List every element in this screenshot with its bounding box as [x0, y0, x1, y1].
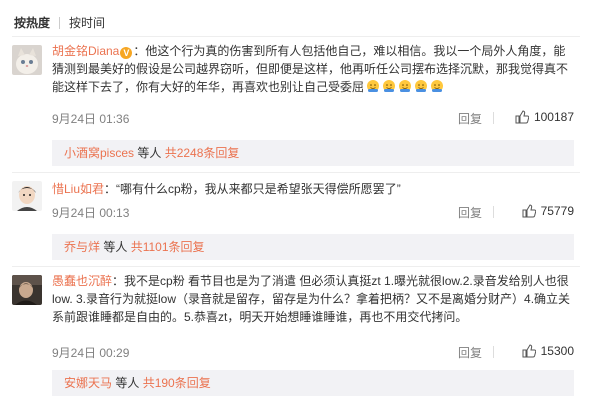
like-count: 100187 [533, 110, 574, 124]
comment-meta: 9月24日 00:13 回复 75779 [52, 204, 574, 220]
divider [12, 266, 580, 267]
person-avatar-image [12, 275, 42, 305]
reply-count-link[interactable]: 共190条回复 [143, 376, 211, 390]
thumbs-up-icon [522, 344, 536, 358]
comment-item: 胡金铭Diana V ：他这个行为真的伤害到所有人包括他自己，难以相信。我以一个局外… [12, 42, 580, 168]
reply-author-link[interactable]: 乔与烊 [64, 240, 100, 254]
hug-emoji-icon [415, 80, 428, 92]
like-button[interactable]: 15300 [522, 344, 574, 358]
avatar[interactable] [12, 45, 42, 75]
reply-button[interactable]: 回复 [458, 110, 482, 127]
reply-summary-text: 等人 [112, 376, 143, 390]
reply-button[interactable]: 回复 [458, 204, 482, 221]
comment-time: 9月24日 01:36 [52, 112, 130, 126]
sort-divider [59, 16, 61, 29]
comment-body: 惜Liu如君：“哪有什么cp粉，我从来都只是希望张天得偿所愿罢了” [52, 180, 574, 198]
commenter-name[interactable]: 惜Liu如君 [52, 182, 104, 196]
hug-emoji-icon [383, 80, 396, 92]
comment-time: 9月24日 00:29 [52, 346, 130, 360]
meta-divider [493, 112, 494, 124]
hug-emoji-icon [367, 80, 380, 92]
commenter-name[interactable]: 愚蠢也沉醉 [52, 274, 112, 288]
comment-item: 愚蠢也沉醉：我不是cp粉 看节目也是为了消遣 但必须认真挺zt 1.曝光就很lo… [12, 272, 580, 402]
comment-body: 胡金铭Diana V ：他这个行为真的伤害到所有人包括他自己，难以相信。我以一个局外… [52, 42, 574, 96]
comment-time: 9月24日 00:13 [52, 206, 130, 220]
like-count: 75779 [540, 204, 574, 218]
avatar[interactable] [12, 181, 42, 211]
vip-badge-icon: V [120, 47, 133, 59]
thumbs-up-icon [515, 110, 529, 124]
comment-body: 愚蠢也沉醉：我不是cp粉 看节目也是为了消遣 但必须认真挺zt 1.曝光就很lo… [52, 272, 574, 326]
commenter-name[interactable]: 胡金铭Diana [52, 44, 119, 58]
divider [12, 172, 580, 173]
reply-author-link[interactable]: 小酒窝pisces [64, 146, 134, 160]
person-avatar-image [12, 181, 42, 211]
cat-avatar-image [12, 45, 42, 75]
comment-text: ：我不是cp粉 看节目也是为了消遣 但必须认真挺zt 1.曝光就很low.2.录… [52, 274, 571, 324]
reply-count-link[interactable]: 共2248条回复 [165, 146, 240, 160]
sort-bar: 按热度 按时间 [14, 14, 105, 31]
reply-summary-text: 等人 [134, 146, 165, 160]
sort-by-time-tab[interactable]: 按时间 [69, 14, 105, 31]
reply-count-link[interactable]: 共1101条回复 [131, 240, 205, 254]
divider [12, 36, 580, 37]
hug-emoji-icon [399, 80, 412, 92]
reply-summary[interactable]: 安娜天马 等人 共190条回复 [52, 370, 574, 396]
reply-summary-text: 等人 [100, 240, 131, 254]
comment-text: ：“哪有什么cp粉，我从来都只是希望张天得偿所愿罢了” [104, 182, 401, 196]
thumbs-up-icon [522, 204, 536, 218]
comment-meta: 9月24日 01:36 回复 100187 [52, 110, 574, 126]
meta-divider [493, 206, 494, 218]
meta-divider [493, 346, 494, 358]
like-button[interactable]: 100187 [515, 110, 574, 124]
like-button[interactable]: 75779 [522, 204, 574, 218]
hug-emoji-icon [431, 80, 444, 92]
avatar[interactable] [12, 275, 42, 305]
reply-summary[interactable]: 小酒窝pisces 等人 共2248条回复 [52, 140, 574, 166]
sort-by-hot-tab[interactable]: 按热度 [14, 14, 50, 31]
comment-item: 惜Liu如君：“哪有什么cp粉，我从来都只是希望张天得偿所愿罢了” 9月24日 … [12, 178, 580, 262]
comment-meta: 9月24日 00:29 回复 15300 [52, 344, 574, 360]
reply-author-link[interactable]: 安娜天马 [64, 376, 112, 390]
emoji-group [364, 80, 444, 94]
like-count: 15300 [540, 344, 574, 358]
reply-summary[interactable]: 乔与烊 等人 共1101条回复 [52, 234, 574, 260]
reply-button[interactable]: 回复 [458, 344, 482, 361]
